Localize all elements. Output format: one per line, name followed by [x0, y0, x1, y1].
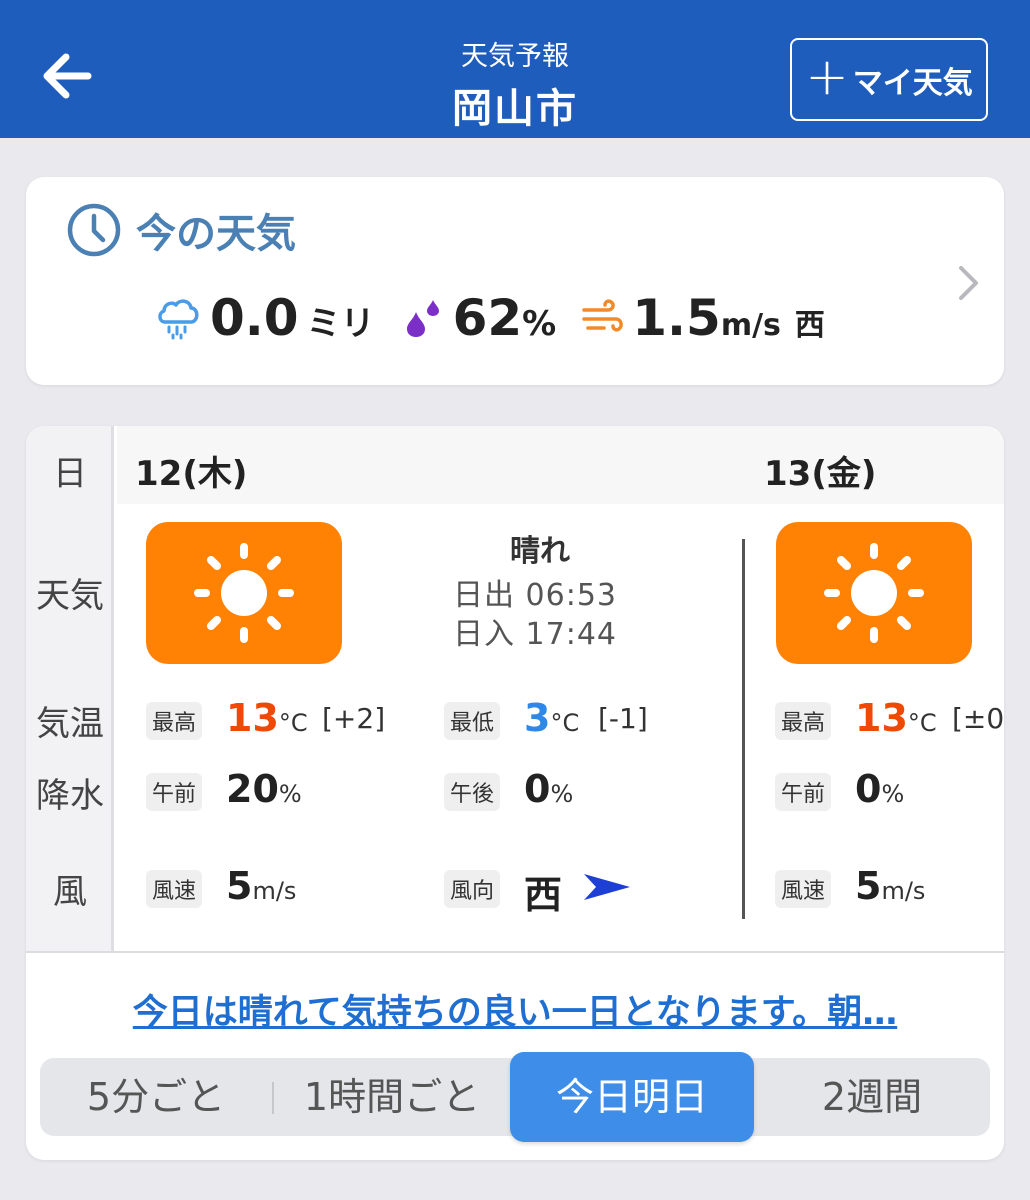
max-temp-label: 最高: [775, 702, 832, 740]
day-date: 13(金): [764, 454, 877, 494]
day-date: 12(木): [135, 454, 248, 494]
tab-hourly[interactable]: 1時間ごと: [274, 1058, 510, 1136]
row-label-precip: 降水: [36, 776, 104, 816]
view-tabs: 5分ごと 1時間ごと 今日明日 2週間: [40, 1052, 990, 1142]
am-precip: 20%: [226, 767, 302, 811]
row-label-weather: 天気: [36, 576, 104, 616]
am-precip-value: 0: [855, 767, 882, 811]
max-temp-label: 最高: [146, 702, 203, 740]
wind-dir-label: 風向: [444, 870, 501, 908]
wind-speed-value: 5: [855, 864, 882, 908]
max-temp-value: 13: [855, 696, 908, 740]
sun-times: 日出 06:53 日入 17:44: [453, 576, 617, 654]
humidity-drops-icon: [406, 300, 439, 337]
precip-unit: ミリ: [306, 304, 375, 344]
weather-condition: 晴れ: [510, 534, 570, 569]
max-temp: 13°C: [855, 696, 937, 740]
wind-speed-unit: m/s: [881, 877, 926, 905]
row-label-wind: 風: [53, 872, 87, 912]
max-temp-value: 13: [226, 696, 279, 740]
sunset-time: 日入 17:44: [453, 617, 617, 652]
forecast-card: 日 天気 気温 降水 風 12(木) 晴れ 日出 06:53 日入 17:44 …: [26, 426, 1004, 1160]
add-my-weather-button[interactable]: + マイ天気: [790, 38, 988, 121]
forecast-comment-link[interactable]: 今日は晴れて気持ちの良い一日となります。朝…: [26, 984, 1004, 1035]
current-weather-values: 0.0 ミリ 62 % 1.5 m/s 西: [156, 289, 825, 347]
sunny-icon: [776, 522, 972, 664]
max-temp: 13°C: [226, 696, 308, 740]
card-divider: [26, 951, 1004, 953]
wind-direction-arrow-icon: [584, 874, 630, 900]
am-precip-label: 午前: [146, 773, 203, 811]
wind-icon: [582, 299, 624, 332]
sunrise-time: 日出 06:53: [453, 578, 617, 613]
min-temp-label: 最低: [444, 702, 501, 740]
chevron-right-icon: [959, 266, 978, 300]
wind-speed: 5m/s: [855, 864, 925, 908]
min-temp: 3°C: [524, 696, 579, 740]
max-temp-diff: [+2]: [322, 702, 386, 735]
max-temp-unit: °C: [278, 709, 308, 737]
min-temp-diff: [-1]: [598, 702, 648, 735]
add-my-weather-label: マイ天気: [852, 65, 973, 101]
tab-5min[interactable]: 5分ごと: [40, 1058, 272, 1136]
current-weather-card[interactable]: 今の天気 0.0 ミリ 62 % 1.5 m/s 西: [26, 177, 1004, 385]
row-label-day: 日: [53, 454, 87, 494]
tab-today-tomorrow[interactable]: 今日明日: [510, 1052, 754, 1142]
plus-icon: +: [805, 46, 849, 107]
app-header: 天気予報 岡山市 + マイ天気: [0, 0, 1030, 138]
humidity-value: 62: [452, 289, 523, 347]
am-precip-value: 20: [226, 767, 279, 811]
clock-icon: [67, 203, 121, 257]
pm-precip: 0%: [524, 767, 573, 811]
min-temp-value: 3: [524, 696, 551, 740]
wind-speed-label: 風速: [146, 870, 203, 908]
pm-precip-value: 0: [524, 767, 551, 811]
min-temp-unit: °C: [550, 709, 580, 737]
max-temp-unit: °C: [907, 709, 937, 737]
humidity-unit: %: [522, 304, 557, 344]
wind-speed-unit: m/s: [252, 877, 297, 905]
am-precip: 0%: [855, 767, 904, 811]
am-precip-label: 午前: [775, 773, 832, 811]
wind-speed: 5m/s: [226, 864, 296, 908]
am-precip-unit: %: [278, 780, 302, 808]
row-label-temp: 気温: [36, 704, 104, 744]
tab-2weeks[interactable]: 2週間: [754, 1058, 990, 1136]
current-weather-title: 今の天気: [136, 211, 296, 257]
wind-direction: 西: [794, 308, 825, 343]
pm-precip-label: 午後: [444, 773, 501, 811]
pm-precip-unit: %: [550, 780, 574, 808]
rain-cloud-icon: [158, 299, 199, 340]
wind-speed-label: 風速: [775, 870, 832, 908]
row-label-column: 日 天気 気温 降水 風: [26, 426, 114, 951]
precip-value: 0.0: [210, 289, 299, 347]
wind-dir: 西: [524, 873, 563, 917]
wind-speed-value: 5: [226, 864, 253, 908]
am-precip-unit: %: [881, 780, 905, 808]
wind-value: 1.5: [632, 289, 721, 347]
day-divider: [742, 539, 745, 919]
max-temp-diff: [±0]: [952, 702, 1004, 735]
wind-unit: m/s: [720, 308, 781, 343]
sunny-icon: [146, 522, 342, 664]
